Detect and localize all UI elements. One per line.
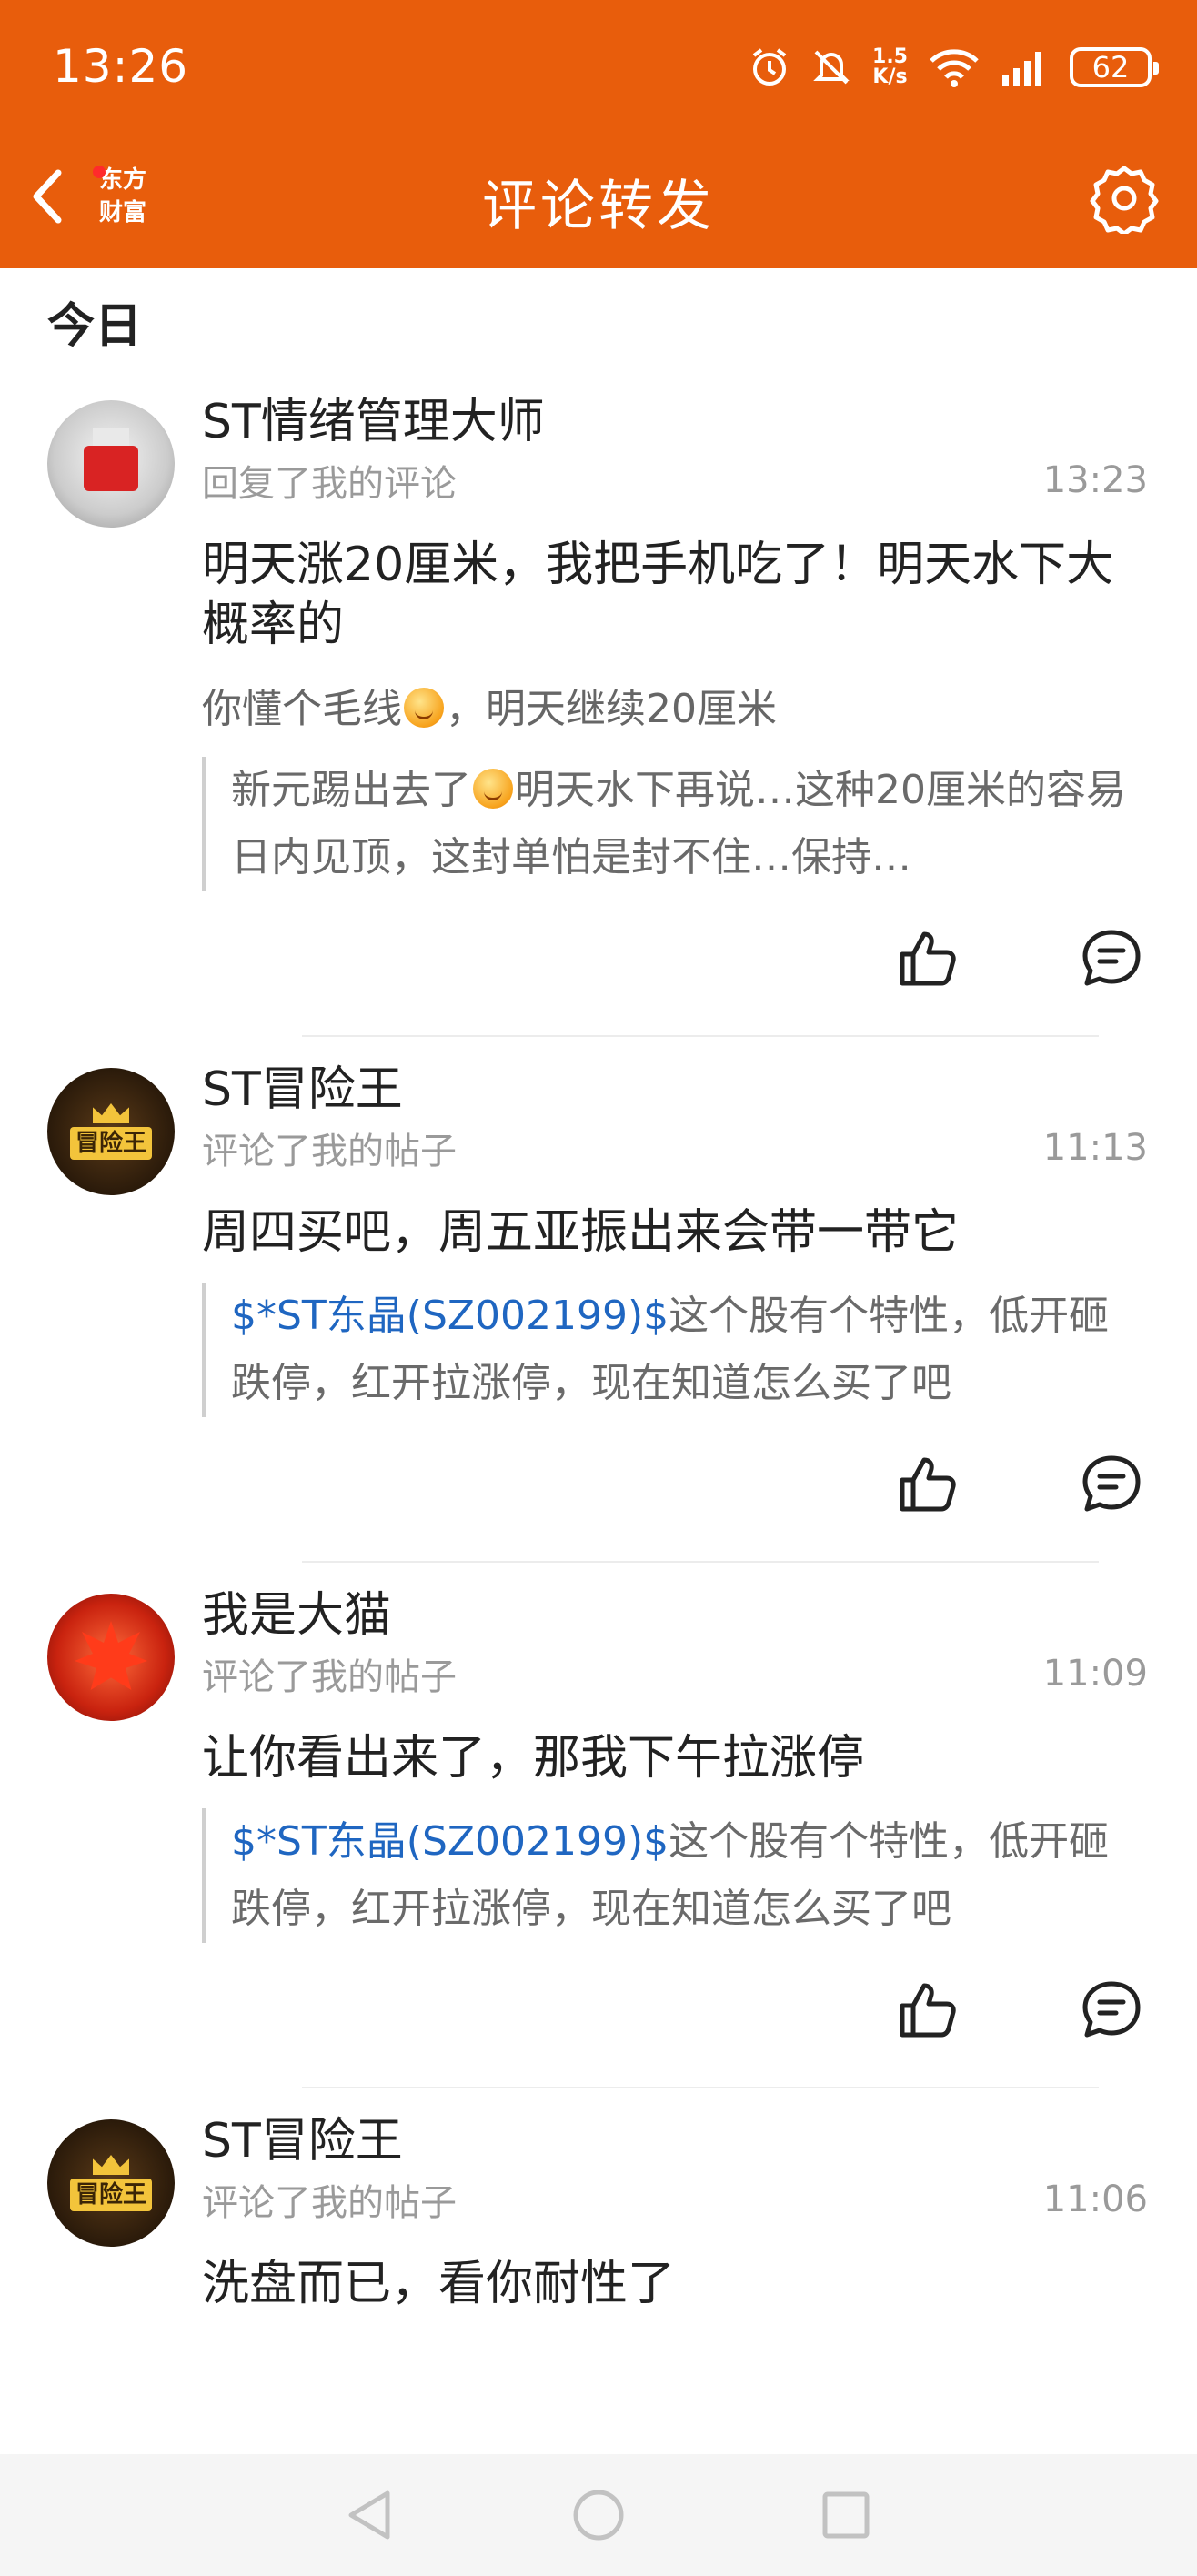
user-name[interactable]: 我是大猫 bbox=[202, 1585, 1148, 1643]
net-speed: 1.5 K/s bbox=[872, 45, 908, 88]
meta-row: 评论了我的帖子 11:13 bbox=[202, 1121, 1148, 1175]
avatar[interactable]: 冒险王 bbox=[47, 2119, 175, 2247]
timestamp: 11:13 bbox=[1042, 1127, 1148, 1169]
divider bbox=[302, 2087, 1099, 2088]
nav-back-button[interactable] bbox=[333, 2483, 406, 2547]
nav-home-icon bbox=[573, 2490, 624, 2541]
like-icon bbox=[900, 1983, 956, 2038]
settings-icon bbox=[1090, 166, 1159, 234]
action-text: 评论了我的帖子 bbox=[202, 1656, 457, 1698]
comment-content[interactable]: 让你看出来了，那我下午拉涨停 bbox=[202, 1728, 1148, 1788]
like-button[interactable] bbox=[893, 1447, 966, 1520]
feed-item[interactable]: 冒险王 ST冒险王 评论了我的帖子 11:13 周四买吧，周五亚振出来会带一带它… bbox=[0, 1059, 1197, 1563]
comment-button[interactable] bbox=[1075, 921, 1148, 994]
meta-row: 评论了我的帖子 11:09 bbox=[202, 1646, 1148, 1701]
mute-bell-icon bbox=[813, 50, 850, 85]
stock-link[interactable]: $*ST东晶(SZ002199)$ bbox=[231, 1818, 669, 1865]
user-name[interactable]: ST冒险王 bbox=[202, 1059, 1148, 1117]
meta-row: 评论了我的帖子 11:06 bbox=[202, 2172, 1148, 2227]
comment-button[interactable] bbox=[1075, 1973, 1148, 2046]
action-text: 回复了我的评论 bbox=[202, 463, 457, 505]
avatar[interactable] bbox=[47, 400, 175, 528]
comment-icon bbox=[1082, 1455, 1141, 1512]
like-icon bbox=[900, 1457, 956, 1512]
nav-home-button[interactable] bbox=[562, 2483, 635, 2547]
timestamp: 13:23 bbox=[1042, 459, 1148, 501]
like-button[interactable] bbox=[893, 921, 966, 994]
item-actions bbox=[202, 1443, 1148, 1524]
status-time: 13:26 bbox=[53, 40, 189, 93]
feed-item[interactable]: 冒险王 ST冒险王 评论了我的帖子 11:06 洗盘而已，看你耐性了 bbox=[0, 2110, 1197, 2314]
battery-indicator: 62 bbox=[1070, 47, 1159, 87]
avatar[interactable] bbox=[47, 1594, 175, 1721]
emoji-icon bbox=[404, 688, 444, 728]
action-text: 评论了我的帖子 bbox=[202, 2182, 457, 2224]
comment-button[interactable] bbox=[1075, 1447, 1148, 1520]
user-name[interactable]: ST冒险王 bbox=[202, 2110, 1148, 2168]
user-name[interactable]: ST情绪管理大师 bbox=[202, 391, 1148, 449]
comment-icon bbox=[1082, 930, 1141, 986]
page-title: 评论转发 bbox=[482, 175, 715, 238]
original-reply[interactable]: 你懂个毛线 ，明天继续20厘米 bbox=[202, 682, 1148, 737]
meta-row: 回复了我的评论 13:23 bbox=[202, 453, 1148, 508]
item-actions bbox=[202, 1968, 1148, 2050]
timestamp: 11:06 bbox=[1042, 2179, 1148, 2220]
signal-icon bbox=[1002, 52, 1041, 86]
stock-link[interactable]: $*ST东晶(SZ002199)$ bbox=[231, 1293, 669, 1339]
comment-content[interactable]: 洗盘而已，看你耐性了 bbox=[202, 2254, 1148, 2314]
feed-item[interactable]: 我是大猫 评论了我的帖子 11:09 让你看出来了，那我下午拉涨停 $*ST东晶… bbox=[0, 1585, 1197, 2088]
feed-item[interactable]: ST情绪管理大师 回复了我的评论 13:23 明天涨20厘米，我把手机吃了！明天… bbox=[0, 391, 1197, 1037]
avatar[interactable]: 冒险王 bbox=[47, 1068, 175, 1195]
nav-back-icon bbox=[348, 2490, 390, 2540]
system-nav-bar bbox=[0, 2454, 1197, 2576]
comment-content[interactable]: 明天涨20厘米，我把手机吃了！明天水下大概率的 bbox=[202, 535, 1148, 655]
alarm-icon bbox=[752, 48, 787, 86]
comment-icon bbox=[1082, 1981, 1141, 2038]
nav-recents-icon bbox=[822, 2491, 870, 2539]
wifi-icon bbox=[930, 49, 979, 87]
comment-content[interactable]: 周四买吧，周五亚振出来会带一带它 bbox=[202, 1202, 1148, 1263]
settings-button[interactable] bbox=[1088, 162, 1161, 235]
app-header: 13:26 1.5 K/s 62 东方 财富 评论转发 bbox=[0, 0, 1197, 268]
quoted-post[interactable]: $*ST东晶(SZ002199)$这个股有个特性，低开砸跌停，红开拉涨停，现在知… bbox=[202, 1808, 1148, 1943]
divider bbox=[302, 1561, 1099, 1563]
section-title-today: 今日 bbox=[47, 299, 143, 354]
action-text: 评论了我的帖子 bbox=[202, 1131, 457, 1172]
like-icon bbox=[900, 931, 956, 986]
quoted-post[interactable]: $*ST东晶(SZ002199)$这个股有个特性，低开砸跌停，红开拉涨停，现在知… bbox=[202, 1283, 1148, 1417]
status-icons: 1.5 K/s 62 bbox=[749, 40, 1159, 95]
nav-recents-button[interactable] bbox=[810, 2483, 882, 2547]
divider bbox=[302, 1035, 1099, 1037]
notification-feed: ST情绪管理大师 回复了我的评论 13:23 明天涨20厘米，我把手机吃了！明天… bbox=[0, 391, 1197, 2314]
item-actions bbox=[202, 917, 1148, 999]
like-button[interactable] bbox=[893, 1973, 966, 2046]
emoji-icon bbox=[473, 769, 513, 809]
timestamp: 11:09 bbox=[1042, 1653, 1148, 1695]
quoted-post[interactable]: 新元踢出去了 明天水下再说…这种20厘米的容易日内见顶，这封单怕是封不住…保持… bbox=[202, 757, 1148, 891]
